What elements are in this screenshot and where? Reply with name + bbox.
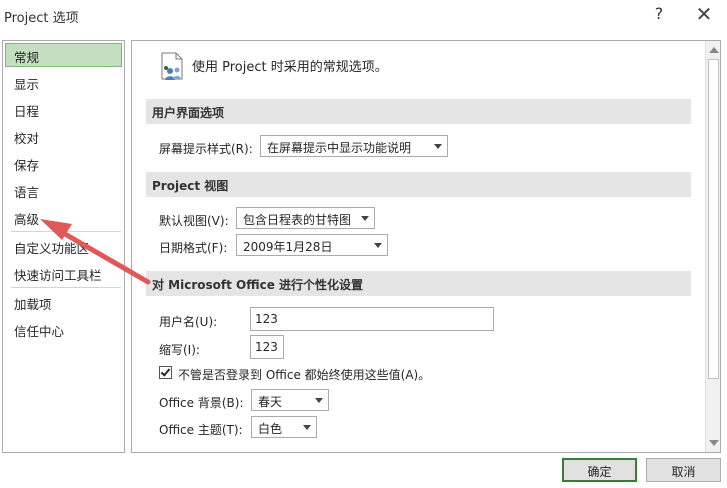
username-input[interactable]: 123 — [250, 307, 494, 331]
screentip-style-label: 屏幕提示样式(R): — [159, 142, 253, 156]
default-view-value: 包含日程表的甘特图 — [243, 213, 352, 227]
nav-item-quick-access-toolbar[interactable]: 快速访问工具栏 — [5, 261, 122, 285]
office-theme-select[interactable]: 白色 — [251, 416, 317, 438]
nav-item-proofing[interactable]: 校对 — [5, 124, 122, 148]
username-label: 用户名(U): — [159, 315, 218, 329]
section-ui-options: 用户界面选项 — [146, 99, 691, 124]
cancel-button[interactable]: 取消 — [646, 458, 721, 482]
options-panel: 使用 Project 时采用的常规选项。 用户界面选项 屏幕提示样式(R): 在… — [131, 40, 721, 453]
date-format-select[interactable]: 2009年1月28日 — [236, 234, 388, 256]
date-format-value: 2009年1月28日 — [243, 240, 333, 254]
chevron-down-icon — [303, 425, 311, 430]
office-background-select[interactable]: 春天 — [251, 389, 329, 411]
nav-item-display[interactable]: 显示 — [5, 70, 122, 94]
nav-divider — [11, 231, 121, 232]
chevron-down-icon — [434, 144, 442, 149]
chevron-down-icon — [315, 398, 323, 403]
screentip-style-value: 在屏幕提示中显示功能说明 — [267, 141, 412, 155]
scroll-down-icon[interactable] — [709, 440, 719, 446]
nav-item-general[interactable]: 常规 — [5, 43, 122, 67]
options-nav: 常规 显示 日程 校对 保存 语言 高级 自定义功能区 快速访问工具栏 加载项 … — [2, 40, 125, 453]
ok-button[interactable]: 确定 — [562, 458, 637, 482]
help-button[interactable]: ? — [648, 4, 670, 28]
nav-divider — [11, 287, 121, 288]
scrollbar-thumb[interactable] — [708, 59, 719, 379]
title-bar: Project 选项 ? ✕ — [0, 0, 727, 34]
date-format-label: 日期格式(F): — [159, 241, 228, 255]
nav-item-advanced[interactable]: 高级 — [5, 205, 122, 229]
close-button[interactable]: ✕ — [692, 2, 716, 28]
section-personalize-office: 对 Microsoft Office 进行个性化设置 — [146, 271, 691, 296]
always-use-values-label: 不管是否登录到 Office 都始终使用这些值(A)。 — [178, 368, 431, 382]
nav-item-trust-center[interactable]: 信任中心 — [5, 317, 122, 341]
chevron-down-icon — [361, 216, 369, 221]
default-view-label: 默认视图(V): — [159, 214, 229, 228]
panel-scrollbar[interactable] — [705, 41, 720, 452]
checkmark-icon — [160, 366, 171, 377]
office-theme-label: Office 主题(T): — [159, 423, 243, 437]
office-background-label: Office 背景(B): — [159, 396, 244, 410]
window-title: Project 选项 — [4, 11, 79, 26]
nav-item-save[interactable]: 保存 — [5, 151, 122, 175]
panel-header-text: 使用 Project 时采用的常规选项。 — [192, 60, 388, 75]
initials-input[interactable]: 123 — [250, 335, 284, 359]
initials-label: 缩写(I): — [159, 343, 200, 357]
always-use-values-checkbox[interactable] — [159, 366, 172, 379]
office-theme-value: 白色 — [258, 422, 283, 436]
section-project-view: Project 视图 — [146, 172, 691, 197]
general-options-icon — [161, 52, 183, 80]
office-background-value: 春天 — [258, 395, 283, 409]
screentip-style-select[interactable]: 在屏幕提示中显示功能说明 — [260, 135, 448, 157]
nav-item-language[interactable]: 语言 — [5, 178, 122, 202]
nav-item-schedule[interactable]: 日程 — [5, 97, 122, 121]
nav-item-customize-ribbon[interactable]: 自定义功能区 — [5, 234, 122, 258]
chevron-down-icon — [374, 243, 382, 248]
nav-item-add-ins[interactable]: 加载项 — [5, 290, 122, 314]
scroll-up-icon[interactable] — [709, 47, 719, 53]
default-view-select[interactable]: 包含日程表的甘特图 — [236, 207, 375, 229]
